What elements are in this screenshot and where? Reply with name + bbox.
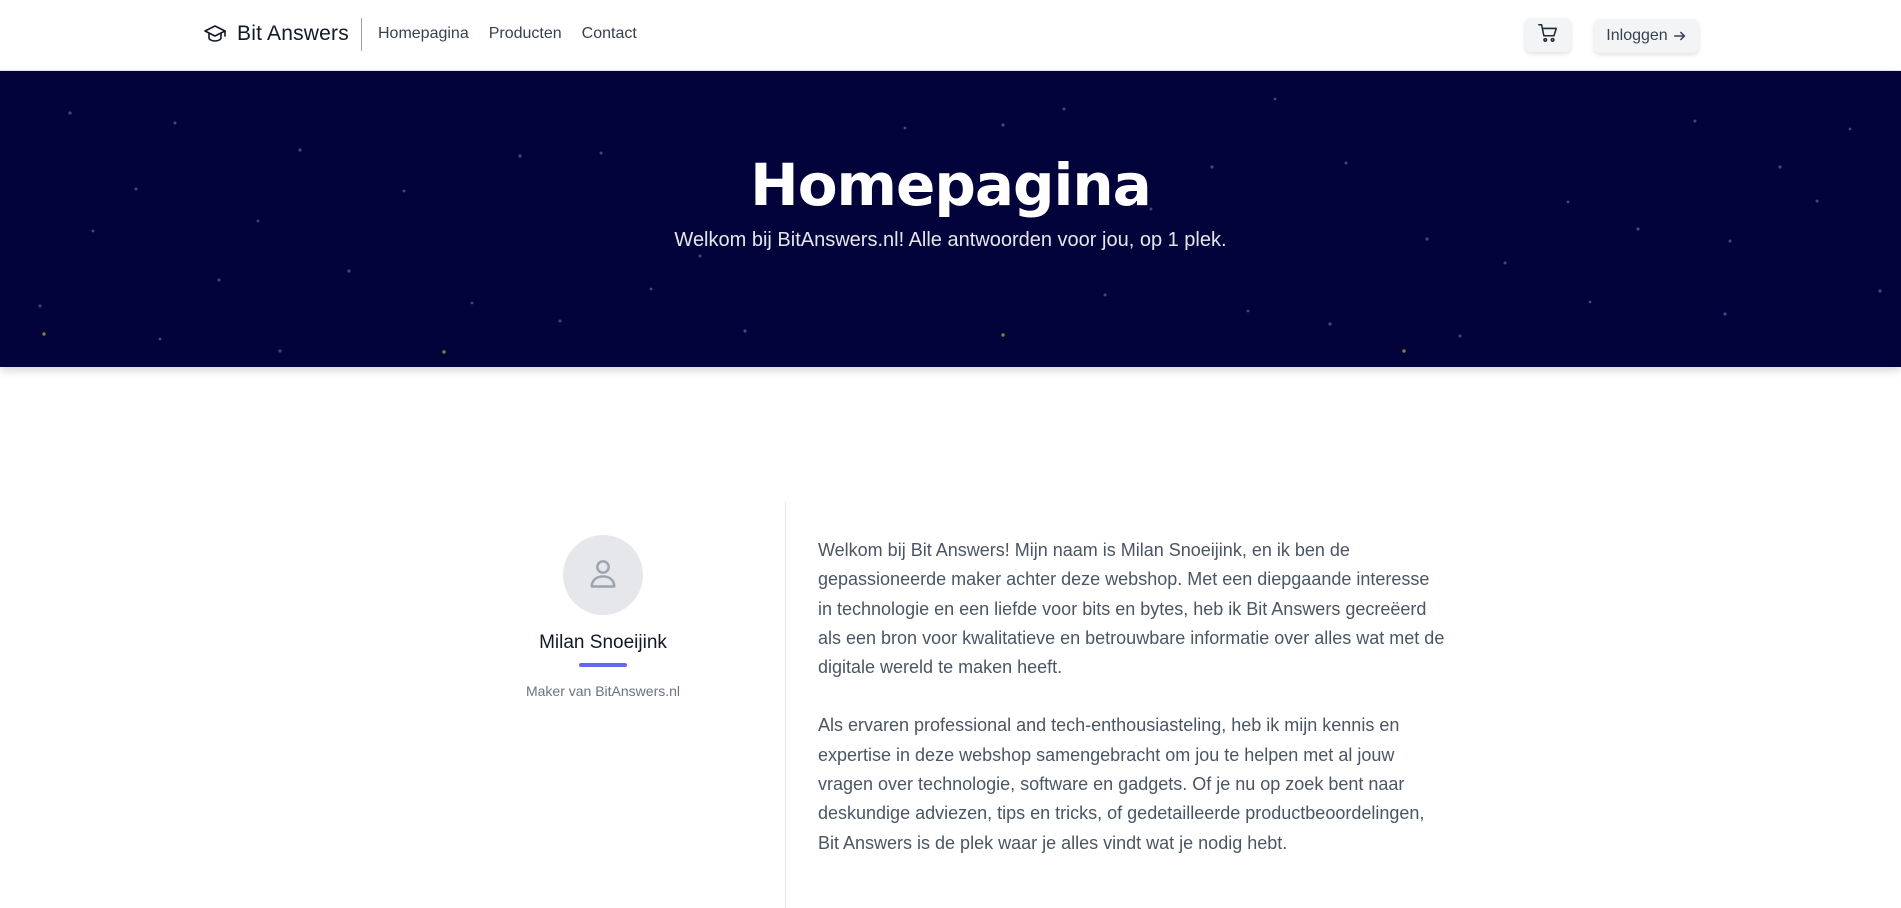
avatar — [563, 535, 643, 615]
nav-divider — [361, 18, 362, 51]
brand-logo-link[interactable]: Bit Answers — [203, 22, 349, 46]
graduation-cap-icon — [203, 22, 227, 46]
nav-link-producten[interactable]: Producten — [489, 25, 562, 43]
login-label: Inloggen — [1606, 27, 1668, 44]
hero-banner: Homepagina Welkom bij BitAnswers.nl! All… — [0, 71, 1901, 367]
content-divider — [785, 502, 786, 908]
arrow-right-icon — [1673, 29, 1687, 43]
hero-subtitle: Welkom bij BitAnswers.nl! Alle antwoorde… — [674, 229, 1227, 251]
author-profile-card: Milan Snoeijink Maker van BitAnswers.nl — [500, 535, 706, 699]
author-role: Maker van BitAnswers.nl — [525, 683, 681, 699]
nav-link-contact[interactable]: Contact — [582, 25, 637, 43]
nav-link-homepagina[interactable]: Homepagina — [378, 25, 469, 43]
author-name: Milan Snoeijink — [539, 632, 667, 653]
name-underline — [579, 663, 627, 667]
about-paragraph-1: Welkom bij Bit Answers! Mijn naam is Mil… — [818, 540, 1445, 678]
nav-links: Homepagina Producten Contact — [378, 25, 637, 43]
about-paragraph-2: Als ervaren professional and tech-enthou… — [818, 715, 1425, 853]
cart-button[interactable] — [1525, 18, 1571, 52]
starfield-background — [38, 97, 1882, 354]
brand-name: Bit Answers — [237, 22, 349, 45]
page-title: Homepagina — [750, 151, 1152, 219]
user-icon — [585, 555, 621, 596]
shopping-cart-icon — [1537, 22, 1559, 49]
top-navbar: Bit Answers Homepagina Producten Contact… — [0, 0, 1901, 71]
login-button[interactable]: Inloggen — [1594, 19, 1699, 53]
about-text: Welkom bij Bit Answers! Mijn naam is Mil… — [818, 536, 1446, 887]
